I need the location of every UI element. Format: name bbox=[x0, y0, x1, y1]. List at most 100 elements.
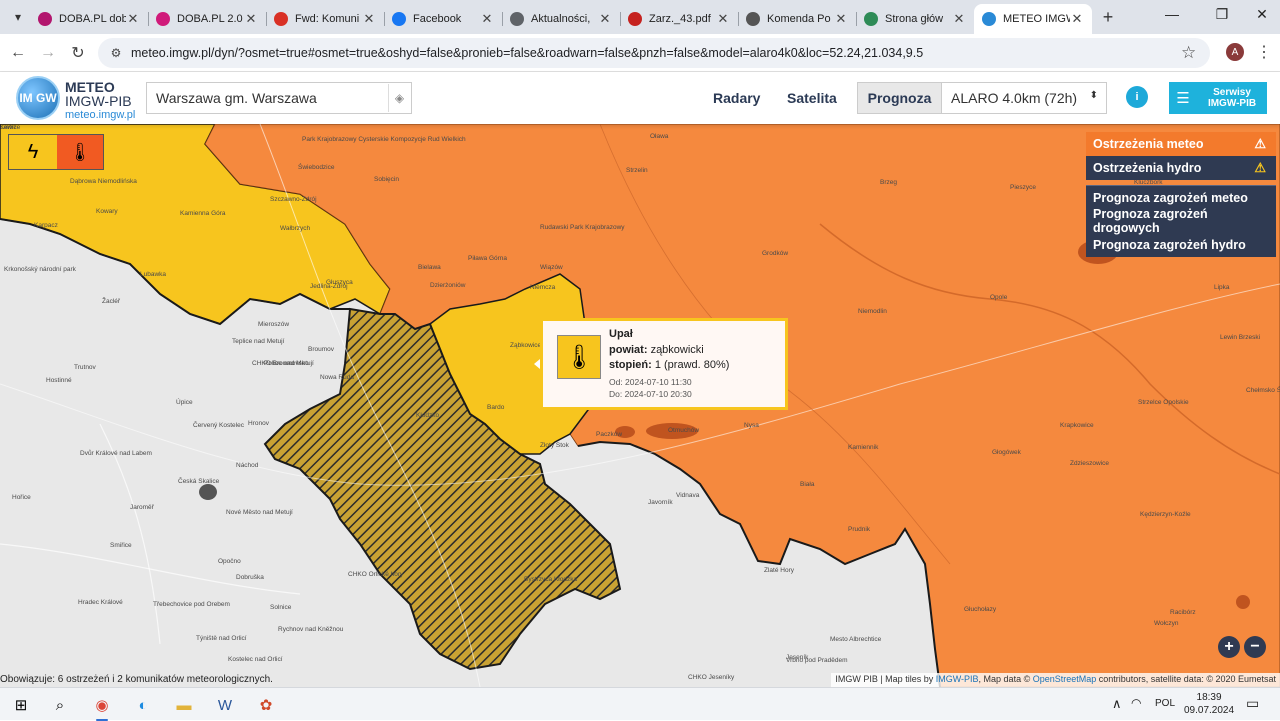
browser-tab[interactable]: Komenda Po ✕ bbox=[738, 4, 856, 34]
new-tab-button[interactable]: + bbox=[1098, 7, 1118, 28]
menu-prognoza-hydro[interactable]: Prognoza zagrożeń hydro bbox=[1086, 233, 1276, 257]
tab-close-icon[interactable]: ✕ bbox=[244, 11, 258, 27]
map-place-label: Mesto Albrechtice bbox=[830, 636, 882, 643]
serwisy-button[interactable]: ☰ Serwisy IMGW-PIB bbox=[1169, 82, 1267, 114]
heat-warning-icon[interactable]: 🌡 bbox=[57, 135, 103, 169]
map-place-label: Rudawski Park Krajobrazowy bbox=[540, 224, 625, 231]
nav-satelita[interactable]: Satelita bbox=[787, 90, 837, 106]
location-input[interactable] bbox=[147, 83, 387, 113]
storm-warning-icon[interactable]: ϟ bbox=[9, 135, 57, 169]
tab-close-icon[interactable]: ✕ bbox=[598, 11, 612, 27]
chrome-icon[interactable]: ◉ bbox=[89, 692, 115, 721]
map-place-label: Paczków bbox=[596, 431, 623, 438]
menu-prognoza-meteo[interactable]: Prognoza zagrożeń meteo bbox=[1086, 185, 1276, 209]
zoom-in-button[interactable]: + bbox=[1218, 636, 1240, 658]
attrib-link-imgw[interactable]: IMGW-PIB bbox=[936, 674, 979, 684]
stopien-label: stopień: bbox=[609, 359, 652, 371]
tab-close-icon[interactable]: ✕ bbox=[126, 11, 140, 27]
zoom-out-button[interactable]: − bbox=[1244, 636, 1266, 658]
browser-tab[interactable]: DOBA.PL 2.0 ✕ bbox=[148, 4, 266, 34]
reload-icon[interactable]: ↻ bbox=[68, 43, 88, 63]
prognoza-button[interactable]: Prognoza bbox=[858, 83, 942, 113]
close-window-icon[interactable]: ✕ bbox=[1252, 6, 1272, 23]
tab-close-icon[interactable]: ✕ bbox=[362, 11, 376, 27]
map-place-label: Szczawno-Zdrój bbox=[270, 196, 317, 203]
notifications-icon[interactable]: ▭ bbox=[1246, 695, 1259, 712]
menu-label: Prognoza zagrożeń drogowych bbox=[1093, 207, 1208, 235]
back-icon[interactable]: ← bbox=[8, 43, 28, 63]
map-place-label: Česká Skalice bbox=[178, 478, 220, 485]
imgw-logo[interactable]: IM GW bbox=[16, 76, 60, 120]
attrib-text-2: , Map data © bbox=[978, 674, 1033, 684]
tray-chevron-icon[interactable]: ∧ bbox=[1112, 696, 1122, 712]
browser-tab[interactable]: Zarz._43.pdf ✕ bbox=[620, 4, 738, 34]
app-icon[interactable]: ✿ bbox=[253, 692, 279, 718]
clock-icon bbox=[38, 12, 52, 26]
forecast-model-select[interactable]: Prognoza ALARO 4.0km (72h) ⬍ bbox=[857, 82, 1107, 114]
popup-powiat: powiat: ząbkowicki bbox=[609, 344, 704, 356]
map-place-label: Nowa Ruda bbox=[320, 374, 354, 381]
tab-close-icon[interactable]: ✕ bbox=[1070, 11, 1084, 27]
tab-title: METEO IMGW bbox=[1003, 13, 1070, 25]
map-place-label: Kowary bbox=[96, 208, 118, 215]
map-place-label: CHKO Jeseníky bbox=[688, 674, 735, 681]
map-place-label: Świebodzice bbox=[298, 164, 335, 171]
tab-close-icon[interactable]: ✕ bbox=[480, 11, 494, 27]
tab-search-icon[interactable]: ▾ bbox=[6, 6, 30, 28]
tab-close-icon[interactable]: ✕ bbox=[716, 11, 730, 27]
word-icon[interactable]: W bbox=[212, 692, 238, 718]
browser-tab[interactable]: Facebook ✕ bbox=[384, 4, 502, 34]
url-text[interactable]: meteo.imgw.pl/dyn/?osmet=true#osmet=true… bbox=[131, 46, 923, 60]
map-place-label: Hořice bbox=[12, 494, 31, 501]
map-place-label: Pieszyce bbox=[1010, 184, 1037, 191]
omnibox[interactable]: ⚙ meteo.imgw.pl/dyn/?osmet=true#osmet=tr… bbox=[98, 38, 1210, 68]
map-place-label: Wiązów bbox=[540, 264, 563, 271]
map-place-label: Rychnov nad Kněžnou bbox=[278, 626, 344, 633]
browser-tab[interactable]: Fwd: Komuni ✕ bbox=[266, 4, 384, 34]
menu-ostrzezenia-meteo[interactable]: Ostrzeżenia meteo ⚠ bbox=[1086, 132, 1276, 156]
map-place-label: Prudnik bbox=[848, 526, 871, 533]
language-indicator[interactable]: POL bbox=[1155, 698, 1175, 709]
browser-menu-icon[interactable]: ⋮ bbox=[1256, 42, 1272, 62]
warning-popup: 🌡 Upał powiat: ząbkowicki stopień: 1 (pr… bbox=[534, 318, 788, 410]
select-caret-icon[interactable]: ⬍ bbox=[1090, 90, 1098, 101]
browser-tab[interactable]: METEO IMGW ✕ bbox=[974, 4, 1092, 34]
windows-start-icon[interactable]: ⊞ bbox=[8, 692, 34, 718]
info-button[interactable]: i bbox=[1126, 86, 1148, 108]
location-search: ◈ bbox=[146, 82, 412, 114]
minimize-icon[interactable]: — bbox=[1162, 6, 1182, 22]
map-place-label: Nové Město nad Metují bbox=[226, 509, 293, 516]
police-icon bbox=[746, 12, 760, 26]
browser-tab[interactable]: Aktualności, ✕ bbox=[502, 4, 620, 34]
profile-avatar[interactable]: A bbox=[1226, 43, 1244, 61]
site-info-icon[interactable]: ⚙ bbox=[108, 45, 124, 61]
browser-tab[interactable]: DOBA.PL dob ✕ bbox=[30, 4, 148, 34]
model-select-value[interactable]: ALARO 4.0km (72h) bbox=[951, 90, 1077, 106]
gmail-icon bbox=[274, 12, 288, 26]
warning-legend[interactable]: ϟ 🌡 bbox=[8, 134, 104, 170]
nav-radary[interactable]: Radary bbox=[713, 90, 760, 106]
brand[interactable]: METEO IMGW-PIB meteo.imgw.pl bbox=[65, 80, 135, 122]
bookmark-star-icon[interactable]: ☆ bbox=[1181, 43, 1196, 63]
browser-tab[interactable]: Strona głów ✕ bbox=[856, 4, 974, 34]
map-place-label: Dzierżoniów bbox=[430, 282, 466, 289]
locate-me-icon[interactable]: ◈ bbox=[388, 84, 410, 112]
forward-icon[interactable]: → bbox=[38, 43, 58, 63]
map-place-label: Broumov bbox=[308, 346, 335, 353]
menu-prognoza-drogowych[interactable]: Prognoza zagrożeń drogowych bbox=[1086, 207, 1276, 235]
map-place-label: Týniště nad Orlicí bbox=[196, 635, 247, 642]
file-explorer-icon[interactable]: ▬ bbox=[171, 692, 197, 718]
attrib-link-osm[interactable]: OpenStreetMap bbox=[1033, 674, 1097, 684]
warning-map[interactable]: Karpacz Kowary Krkonošský národní park Žacl… bbox=[0, 124, 1280, 687]
tab-close-icon[interactable]: ✕ bbox=[952, 11, 966, 27]
edge-icon[interactable]: ◐ bbox=[130, 692, 156, 718]
map-place-label: Třebechovice pod Orebem bbox=[153, 601, 230, 608]
stopien-value: 1 (prawd. 80%) bbox=[654, 359, 730, 371]
menu-ostrzezenia-hydro[interactable]: Ostrzeżenia hydro ⚠ bbox=[1086, 156, 1276, 180]
system-clock[interactable]: 18:39 09.07.2024 bbox=[1184, 691, 1234, 717]
clock-time: 18:39 bbox=[1196, 692, 1222, 703]
maximize-icon[interactable]: ❐ bbox=[1212, 6, 1232, 23]
wifi-icon[interactable]: ◠ bbox=[1131, 696, 1141, 710]
search-icon[interactable]: ⌕ bbox=[47, 692, 73, 718]
tab-close-icon[interactable]: ✕ bbox=[834, 11, 848, 27]
